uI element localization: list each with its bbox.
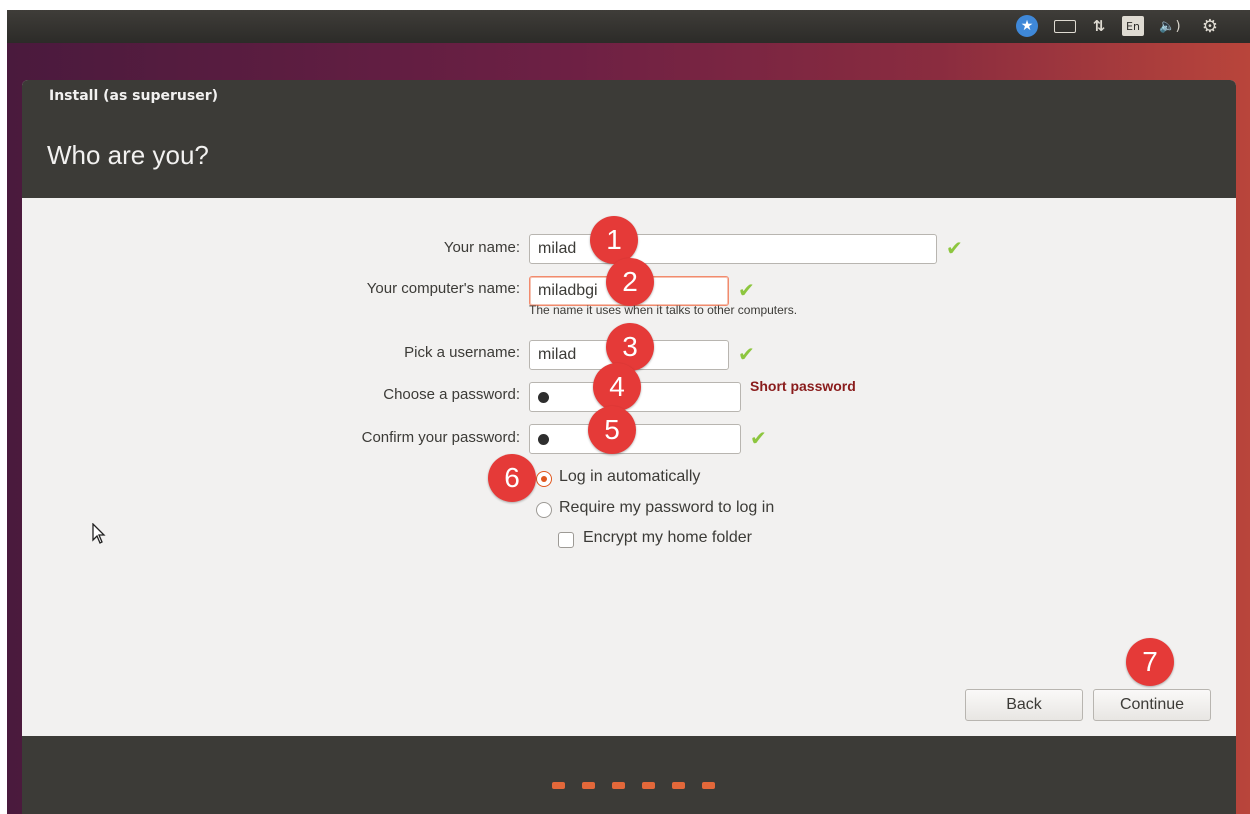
top-panel: ★ ⇅ En 🔈) ⚙ — [7, 10, 1250, 43]
desktop: ★ ⇅ En 🔈) ⚙ Install (as superuser) Who a… — [7, 10, 1250, 814]
password-label: Choose a password: — [383, 386, 520, 403]
computer-name-label: Your computer's name: — [366, 280, 520, 297]
progress-step-dot — [702, 782, 715, 789]
confirm-password-label: Confirm your password: — [361, 429, 520, 446]
annotation-badge-2: 2 — [606, 258, 654, 306]
progress-step-dot — [552, 782, 565, 789]
password-mask-dot — [538, 434, 549, 445]
confirm-valid-check-icon: ✔ — [750, 426, 767, 450]
annotation-badge-5: 5 — [588, 406, 636, 454]
encrypt-home-checkbox[interactable] — [558, 532, 574, 548]
encrypt-home-label[interactable]: Encrypt my home folder — [583, 529, 752, 547]
computer-name-hint: The name it uses when it talks to other … — [529, 303, 798, 317]
annotation-badge-1: 1 — [590, 216, 638, 264]
installer-window: Install (as superuser) Who are you? Your… — [22, 80, 1236, 814]
window-title: Install (as superuser) — [49, 88, 218, 104]
progress-step-dot — [642, 782, 655, 789]
name-valid-check-icon: ✔ — [946, 236, 963, 260]
annotation-badge-7: 7 — [1126, 638, 1174, 686]
progress-step-dot — [612, 782, 625, 789]
require-password-label[interactable]: Require my password to log in — [559, 499, 774, 517]
installer-header: Install (as superuser) Who are you? — [22, 80, 1236, 198]
volume-icon[interactable]: 🔈) — [1155, 14, 1185, 38]
accessibility-icon[interactable]: ★ — [1016, 15, 1038, 37]
require-password-radio[interactable] — [536, 502, 552, 518]
annotation-badge-6: 6 — [488, 454, 536, 502]
continue-button[interactable]: Continue — [1093, 689, 1211, 721]
language-indicator[interactable]: En — [1122, 16, 1144, 36]
who-are-you-form: Your name: milad ✔ Your computer's name:… — [22, 198, 1236, 736]
keyboard-icon[interactable] — [1053, 14, 1077, 38]
back-button[interactable]: Back — [965, 689, 1083, 721]
login-automatically-radio[interactable] — [536, 471, 552, 487]
progress-footer — [22, 736, 1236, 814]
login-automatically-label[interactable]: Log in automatically — [559, 468, 700, 486]
username-valid-check-icon: ✔ — [738, 342, 755, 366]
password-mask-dot — [538, 392, 549, 403]
progress-step-dot — [582, 782, 595, 789]
progress-step-dot — [672, 782, 685, 789]
username-label: Pick a username: — [404, 344, 520, 361]
name-label: Your name: — [443, 239, 520, 256]
page-title: Who are you? — [47, 140, 209, 170]
mouse-cursor-icon — [92, 523, 106, 544]
power-icon[interactable]: ⚙ — [1197, 14, 1223, 38]
network-icon[interactable]: ⇅ — [1088, 14, 1110, 38]
computer-name-valid-check-icon: ✔ — [738, 278, 755, 302]
password-strength: Short password — [750, 378, 856, 394]
annotation-badge-4: 4 — [593, 363, 641, 411]
